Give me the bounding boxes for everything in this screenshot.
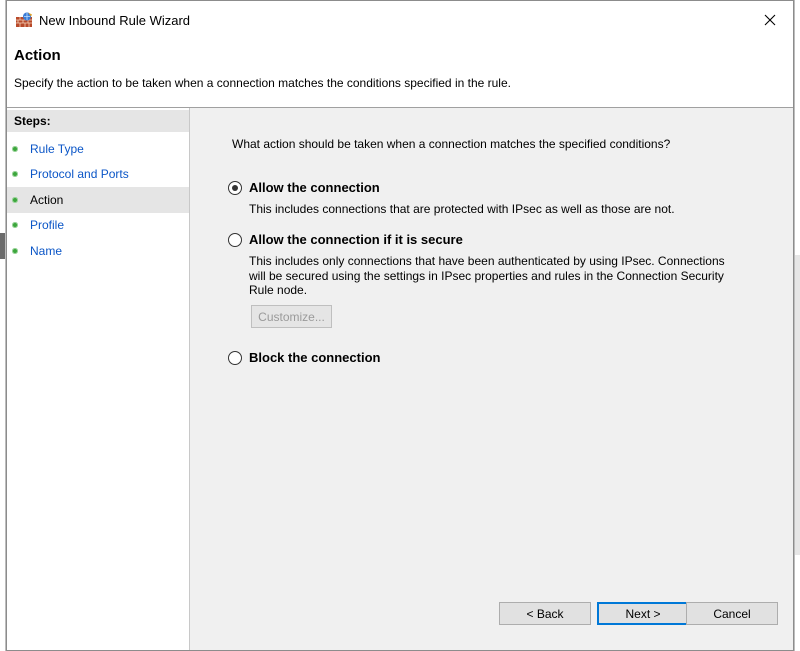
radio-allow-connection[interactable] (228, 180, 242, 195)
step-label: Rule Type (30, 141, 84, 156)
page-header: Action Specify the action to be taken wh… (7, 39, 793, 107)
step-status-icon (12, 145, 18, 152)
cancel-button[interactable]: Cancel (686, 602, 778, 625)
option-allow-if-secure[interactable]: Allow the connection if it is secure (228, 232, 463, 247)
back-button[interactable]: < Back (499, 602, 591, 625)
page-description: Specify the action to be taken when a co… (14, 76, 511, 90)
step-label: Name (30, 243, 63, 258)
title-bar[interactable]: New Inbound Rule Wizard (7, 1, 793, 39)
background-window-right (794, 0, 800, 651)
steps-pane: Steps: Rule Type Protocol and Ports Acti… (7, 108, 189, 650)
step-status-icon (12, 222, 18, 229)
radio-allow-if-secure[interactable] (228, 232, 242, 247)
customize-button[interactable]: Customize... (251, 305, 332, 328)
option-label: Allow the connection (249, 180, 380, 195)
page-title: Action (14, 47, 61, 64)
option-label: Allow the connection if it is secure (249, 232, 463, 247)
step-status-icon (12, 196, 18, 203)
background-scrollbar (795, 255, 800, 555)
step-status-icon (12, 247, 18, 254)
step-list: Rule Type Protocol and Ports Action Prof… (7, 136, 189, 264)
step-action[interactable]: Action (7, 187, 189, 213)
steps-heading: Steps: (7, 110, 189, 132)
step-profile[interactable]: Profile (7, 213, 189, 239)
firewall-icon (16, 12, 32, 27)
option-label: Block the connection (249, 350, 381, 365)
close-icon (764, 14, 776, 26)
step-label: Protocol and Ports (30, 167, 129, 182)
step-rule-type[interactable]: Rule Type (7, 136, 189, 162)
content-pane: What action should be taken when a conne… (190, 108, 793, 650)
action-question: What action should be taken when a conne… (232, 137, 671, 151)
option-allow-connection[interactable]: Allow the connection (228, 180, 380, 195)
next-button[interactable]: Next > (597, 602, 689, 625)
step-label: Profile (30, 218, 65, 233)
step-label: Action (30, 192, 64, 207)
step-protocol-and-ports[interactable]: Protocol and Ports (7, 162, 189, 188)
wizard-window: New Inbound Rule Wizard Action Specify t… (6, 0, 794, 651)
close-button[interactable] (747, 1, 793, 39)
step-status-icon (12, 171, 18, 178)
option-block-connection[interactable]: Block the connection (228, 350, 380, 365)
step-name[interactable]: Name (7, 238, 189, 264)
radio-block-connection[interactable] (228, 350, 242, 365)
option-description: This includes connections that are prote… (249, 202, 675, 216)
window-title: New Inbound Rule Wizard (39, 13, 191, 28)
option-description: This includes only connections that have… (249, 254, 725, 297)
